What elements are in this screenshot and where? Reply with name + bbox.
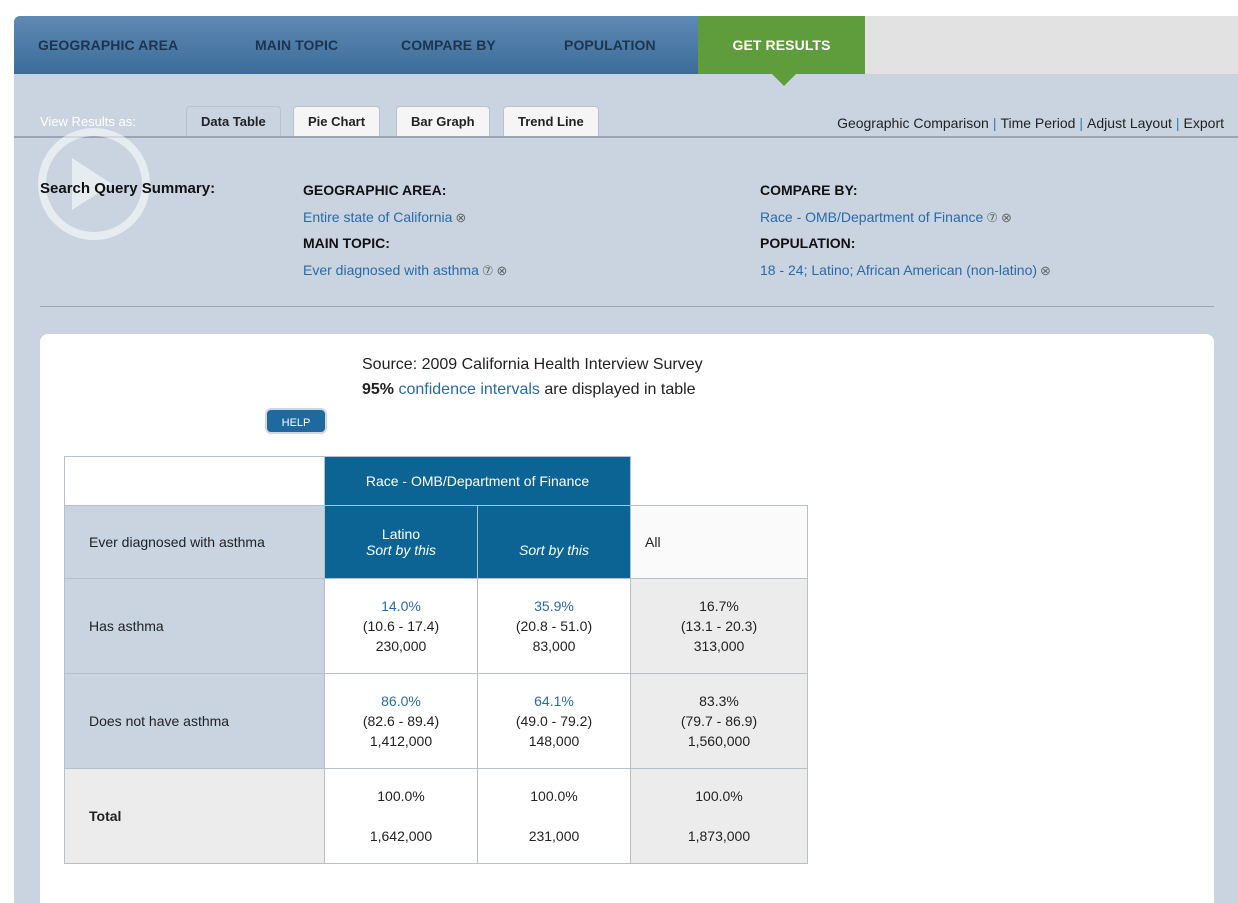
cell-ci: (79.7 - 86.9) (680, 713, 758, 729)
results-panel: Source: 2009 California Health Interview… (40, 334, 1214, 903)
sort-by-this-latino[interactable]: Sort by this (366, 542, 436, 558)
cell-percent: 83.3% (699, 693, 739, 709)
cell-ci: (20.8 - 51.0) (515, 618, 593, 634)
column-name-latino: Latino (381, 526, 421, 542)
cell-count: 148,000 (528, 733, 580, 749)
confidence-intervals-link[interactable]: confidence intervals (398, 381, 539, 398)
total-percent: 100.0% (377, 788, 425, 804)
nav-filler (865, 16, 1238, 75)
question-label: Ever diagnosed with asthma (64, 505, 325, 579)
adjust-layout-link[interactable]: Adjust Layout (1087, 115, 1172, 131)
nav-population[interactable]: POPULATION (564, 16, 656, 74)
sort-link[interactable]: Sort by this (325, 542, 477, 558)
main-topic-value[interactable]: Ever diagnosed with asthma ⑦ ⊗ (303, 262, 507, 279)
remove-icon[interactable]: ⊗ (455, 210, 466, 225)
app-frame: GEOGRAPHIC AREA MAIN TOPIC COMPARE BY PO… (14, 16, 1238, 903)
total-percent: 100.0% (530, 788, 578, 804)
main-topic-text[interactable]: Ever diagnosed with asthma (303, 262, 479, 278)
remove-icon[interactable]: ⊗ (497, 263, 508, 278)
table-cell-all: 83.3% (79.7 - 86.9) 1,560,000 (630, 673, 808, 769)
ci-note: 95% confidence intervals are displayed i… (362, 381, 696, 399)
results-table: Race - OMB/Department of Finance Ever di… (64, 456, 808, 864)
ci-note-rest: are displayed in table (544, 381, 696, 398)
row-label-total: Total (64, 768, 325, 864)
geo-area-heading: GEOGRAPHIC AREA: (303, 182, 447, 198)
column-header-all: All (630, 505, 808, 579)
population-heading: POPULATION: (760, 235, 856, 251)
remove-icon[interactable]: ⊗ (1001, 210, 1012, 225)
export-link[interactable]: Export (1184, 115, 1224, 131)
summary-divider (40, 306, 1214, 307)
top-nav: GEOGRAPHIC AREA MAIN TOPIC COMPARE BY PO… (14, 16, 1238, 75)
view-results-label: View Results as: (40, 114, 136, 129)
column-header-latino: Latino Sort by this (324, 505, 478, 579)
geographic-comparison-link[interactable]: Geographic Comparison (837, 115, 989, 131)
cell-percent[interactable]: 86.0% (325, 691, 477, 711)
cell-percent[interactable]: 64.1% (478, 691, 630, 711)
result-actions: Geographic Comparison | Time Period | Adjust… (837, 115, 1224, 131)
corner-cell (64, 456, 325, 506)
ci-percent: 95% (362, 381, 395, 398)
table-cell: 86.0% (82.6 - 89.4) 1,412,000 (324, 673, 478, 769)
nav-geographic-area[interactable]: GEOGRAPHIC AREA (38, 16, 178, 74)
total-cell: 100.0% 231,000 (477, 768, 631, 864)
compare-by-heading: COMPARE BY: (760, 182, 858, 198)
tab-bar-graph[interactable]: Bar Graph (396, 106, 490, 137)
column-header-2: Sort by this (477, 505, 631, 579)
cell-percent: 16.7% (699, 598, 739, 614)
sort-by-this-2[interactable]: Sort by this (519, 542, 589, 558)
cell-count: 1,412,000 (369, 733, 433, 749)
population-text[interactable]: 18 - 24; Latino; African American (non-l… (760, 262, 1037, 278)
main-topic-heading: MAIN TOPIC: (303, 235, 390, 251)
total-count: 1,642,000 (369, 828, 433, 844)
tab-data-table[interactable]: Data Table (186, 106, 281, 137)
table-cell: 35.9% (20.8 - 51.0) 83,000 (477, 578, 631, 674)
compare-by-value[interactable]: Race - OMB/Department of Finance ⑦ ⊗ (760, 209, 1012, 226)
header-spacer (630, 456, 808, 506)
active-indicator-arrow (772, 74, 796, 86)
source-line: Source: 2009 California Health Interview… (362, 356, 703, 373)
population-value[interactable]: 18 - 24; Latino; African American (non-l… (760, 262, 1051, 279)
geo-area-text[interactable]: Entire state of California (303, 209, 452, 225)
cell-percent[interactable]: 14.0% (325, 596, 477, 616)
tab-trend-line[interactable]: Trend Line (503, 106, 599, 137)
cell-count: 313,000 (693, 638, 745, 654)
table-cell: 64.1% (49.0 - 79.2) 148,000 (477, 673, 631, 769)
tab-pie-chart[interactable]: Pie Chart (293, 106, 381, 137)
total-count: 231,000 (528, 828, 580, 844)
cell-count: 230,000 (375, 638, 427, 654)
row-label-has-asthma: Has asthma (64, 578, 325, 674)
tab-bar-divider (14, 136, 1238, 138)
sort-link[interactable]: Sort by this (478, 542, 630, 558)
total-count: 1,873,000 (687, 828, 751, 844)
geo-area-value[interactable]: Entire state of California ⊗ (303, 209, 466, 226)
summary-title: Search Query Summary: (40, 180, 216, 197)
nav-get-results[interactable]: GET RESULTS (698, 16, 865, 74)
table-cell: 14.0% (10.6 - 17.4) 230,000 (324, 578, 478, 674)
total-percent: 100.0% (695, 788, 743, 804)
compare-by-text[interactable]: Race - OMB/Department of Finance (760, 209, 983, 225)
remove-icon[interactable]: ⊗ (1040, 263, 1051, 278)
table-cell-all: 16.7% (13.1 - 20.3) 313,000 (630, 578, 808, 674)
group-header: Race - OMB/Department of Finance (324, 456, 631, 506)
cell-percent[interactable]: 35.9% (478, 596, 630, 616)
total-cell: 100.0% 1,642,000 (324, 768, 478, 864)
cell-ci: (13.1 - 20.3) (680, 618, 758, 634)
help-button[interactable]: HELP (265, 408, 327, 434)
time-period-link[interactable]: Time Period (1000, 115, 1075, 131)
cell-count: 1,560,000 (687, 733, 751, 749)
cell-count: 83,000 (532, 638, 576, 654)
nav-main-topic[interactable]: MAIN TOPIC (255, 16, 338, 74)
cell-ci: (10.6 - 17.4) (362, 618, 440, 634)
nav-compare-by[interactable]: COMPARE BY (401, 16, 496, 74)
total-cell-all: 100.0% 1,873,000 (630, 768, 808, 864)
row-label-no-asthma: Does not have asthma (64, 673, 325, 769)
cell-ci: (49.0 - 79.2) (515, 713, 593, 729)
cell-ci: (82.6 - 89.4) (362, 713, 440, 729)
help-icon[interactable]: ⑦ (482, 263, 494, 278)
help-icon[interactable]: ⑦ (986, 210, 998, 225)
